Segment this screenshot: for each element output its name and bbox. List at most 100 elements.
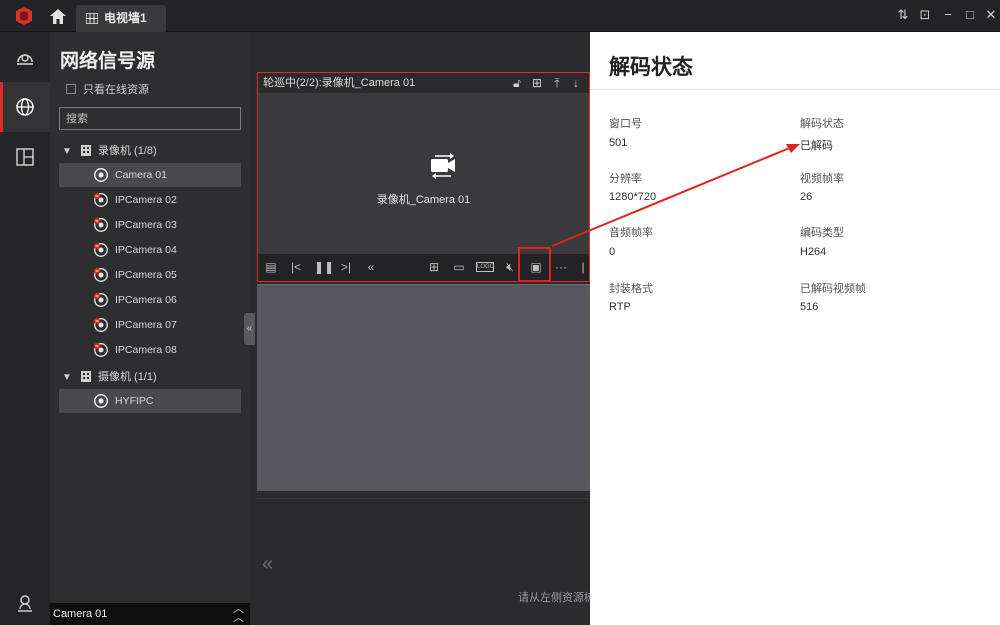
tree-item-camera[interactable]: IPCamera 07: [59, 313, 241, 337]
download-icon[interactable]: ↓: [569, 76, 583, 90]
selected-resource-bar: Camera 01 ︿ ︿: [50, 603, 250, 625]
pause-icon[interactable]: ❚❚: [314, 260, 334, 274]
download-icon[interactable]: ⊡: [918, 8, 932, 22]
tab-tv-wall[interactable]: 电视墙1: [76, 5, 166, 32]
item-label: IPCamera 07: [115, 319, 177, 331]
window-title: 轮巡中(2/2):录像机_Camera 01: [263, 77, 416, 89]
highlight-box: [518, 247, 551, 282]
field-value: 已解码: [800, 140, 833, 152]
rail-item-user[interactable]: [0, 578, 50, 625]
field-label: 分辨率: [609, 173, 642, 185]
tree-item-camera[interactable]: Camera 01: [59, 163, 241, 187]
next-icon[interactable]: >|: [339, 260, 353, 274]
tree-item-camera[interactable]: IPCamera 05: [59, 263, 241, 287]
status-title: 解码状态: [609, 56, 693, 79]
camera-offline-icon: [94, 193, 108, 207]
minimize-button[interactable]: −: [941, 8, 955, 22]
user-icon: [18, 595, 32, 612]
grid-icon: [86, 13, 98, 24]
item-label: IPCamera 02: [115, 194, 177, 206]
field-value: H264: [800, 246, 827, 258]
layout-icon: [16, 148, 34, 166]
tree-group-camera[interactable]: ▼ 摄像机 (1/1): [62, 367, 157, 387]
rail-item-network[interactable]: [0, 82, 50, 132]
field-label: 音频帧率: [609, 227, 653, 239]
sort-notify-icon[interactable]: ⇅: [896, 8, 910, 22]
window-header: 轮巡中(2/2):录像机_Camera 01 🔓︎ ⊞ ⤒ ↓: [258, 73, 589, 93]
item-label: IPCamera 05: [115, 269, 177, 281]
group-label: 录像机 (1/8): [98, 145, 157, 157]
camera-offline-icon: [94, 243, 108, 257]
field-value: 501: [609, 137, 628, 149]
expand-up-icon[interactable]: ︿ ︿: [233, 604, 244, 624]
screen-icon[interactable]: ▭: [452, 260, 466, 274]
video-label: 录像机_Camera 01: [376, 194, 471, 206]
collapse-panel-button[interactable]: «: [244, 313, 255, 345]
camera-offline-icon: [94, 293, 108, 307]
field-value: 516: [800, 301, 819, 313]
field-value: 26: [800, 191, 813, 203]
divider-icon: |: [581, 260, 585, 274]
drag-hint: 请从左侧资源树: [518, 592, 595, 604]
more-icon[interactable]: ···: [554, 260, 568, 274]
field-label: 编码类型: [800, 227, 844, 239]
tree-group-recorder[interactable]: ▼ 录像机 (1/8): [62, 141, 157, 161]
tab-label: 电视墙1: [104, 11, 147, 25]
split-icon[interactable]: ⊞: [530, 76, 544, 90]
home-icon[interactable]: [50, 9, 66, 24]
document-icon[interactable]: ▤: [264, 260, 278, 274]
app-logo-icon: [16, 7, 32, 25]
switch-camera-icon: [431, 153, 455, 179]
item-label: IPCamera 03: [115, 219, 177, 231]
selected-resource-label: Camera 01: [53, 608, 108, 620]
left-rail: [0, 32, 50, 625]
item-label: HYFIPC: [115, 395, 154, 407]
camera-offline-icon: [94, 343, 108, 357]
decode-status-panel: 解码状态 窗口号 501 解码状态 已解码 分辨率 1280*720 视频帧率 …: [590, 32, 1000, 625]
field-value: 0: [609, 246, 616, 258]
search-input[interactable]: [59, 107, 241, 130]
item-label: Camera 01: [115, 169, 167, 181]
add-window-icon[interactable]: ⊞: [427, 260, 441, 274]
building-icon: [81, 371, 91, 382]
divider: [590, 89, 1000, 90]
field-label: 解码状态: [800, 118, 844, 130]
app-window: 电视墙1 ⇅ ⊡ − □ ✕ 网络信号源 只看在线资源 搜索 ▼ 录像机 (1/…: [0, 0, 1000, 625]
online-only-checkbox[interactable]: 只看在线资源: [66, 81, 149, 97]
logo-icon[interactable]: LOGO: [476, 262, 494, 272]
globe-icon: [16, 98, 34, 116]
field-label: 封装格式: [609, 283, 653, 295]
checkbox-box[interactable]: [66, 84, 76, 94]
video-window-empty[interactable]: [257, 284, 590, 491]
tree-item-camera[interactable]: IPCamera 06: [59, 288, 241, 312]
close-button[interactable]: ✕: [984, 8, 998, 22]
top-icon[interactable]: ⤒: [550, 76, 564, 90]
video-area[interactable]: 录像机_Camera 01: [258, 93, 589, 254]
chevron-down-icon[interactable]: ▼: [62, 368, 72, 388]
dome-camera-icon: [17, 54, 33, 65]
group-label: 摄像机 (1/1): [98, 371, 157, 383]
double-left-icon[interactable]: «: [262, 553, 273, 576]
field-label: 已解码视频帧: [800, 283, 866, 295]
item-label: IPCamera 08: [115, 344, 177, 356]
chevron-down-icon[interactable]: ▼: [62, 142, 72, 162]
maximize-button[interactable]: □: [963, 8, 977, 22]
rail-item-surveillance[interactable]: [0, 32, 50, 82]
camera-online-icon: [94, 394, 108, 408]
camera-offline-icon: [94, 268, 108, 282]
tree-item-camera[interactable]: HYFIPC: [59, 389, 241, 413]
field-label: 视频帧率: [800, 173, 844, 185]
camera-offline-icon: [94, 318, 108, 332]
mute-icon[interactable]: 🔇︎: [503, 260, 517, 274]
rail-item-layout[interactable]: [0, 132, 50, 182]
lower-area: « 请从左侧资源树: [255, 498, 595, 625]
prev-icon[interactable]: |<: [289, 260, 303, 274]
wall-area: 轮巡中(2/2):录像机_Camera 01 🔓︎ ⊞ ⤒ ↓ 录像机_Came…: [255, 32, 595, 625]
rewind-icon[interactable]: «: [364, 260, 378, 274]
tree-item-camera[interactable]: IPCamera 04: [59, 238, 241, 262]
tree-item-camera[interactable]: IPCamera 08: [59, 338, 241, 362]
tree-item-camera[interactable]: IPCamera 02: [59, 188, 241, 212]
unlock-icon[interactable]: 🔓︎: [510, 76, 524, 90]
field-label: 窗口号: [609, 118, 642, 130]
tree-item-camera[interactable]: IPCamera 03: [59, 213, 241, 237]
